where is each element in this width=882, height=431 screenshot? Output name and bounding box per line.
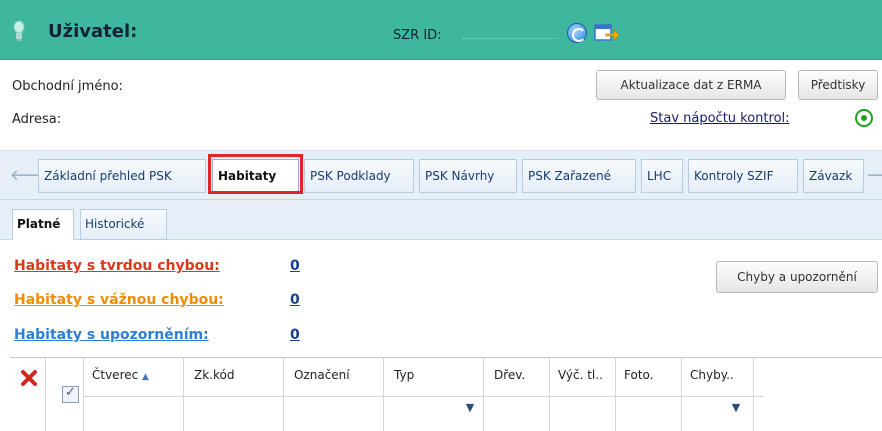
print-forms-button[interactable]: Předtisky	[798, 70, 878, 100]
subtab-platne[interactable]: Platné	[12, 209, 74, 240]
sort-ascending-icon: ▲	[142, 372, 149, 382]
tab-scroll-right-icon[interactable]: 🡒	[866, 165, 882, 185]
column-header-typ[interactable]: Typ	[394, 368, 414, 382]
control-status-link[interactable]: Stav nápočtu kontrol:	[650, 111, 790, 126]
grid-col-delete	[10, 358, 46, 431]
user-header-bar: Uživatel: SZR ID:	[0, 0, 882, 60]
tab-psk-navrhy[interactable]: PSK Návrhy	[419, 159, 517, 193]
main-tab-strip: 🡐 Základní přehled PSK Habitaty PSK Podk…	[0, 150, 882, 200]
column-header-drev[interactable]: Dřev.	[494, 368, 525, 382]
refresh-icon[interactable]	[567, 23, 587, 43]
szr-id-value	[462, 38, 558, 39]
tab-basic-overview[interactable]: Základní přehled PSK	[38, 159, 206, 193]
column-header-chyby[interactable]: Chyby..	[690, 368, 734, 382]
tab-zavazky[interactable]: Závazk	[803, 159, 864, 193]
column-header-oznaceni[interactable]: Označení	[294, 368, 350, 382]
business-name-label: Obchodní jméno:	[12, 79, 123, 94]
column-header-vyc-tl[interactable]: Výč. tl..	[558, 368, 603, 382]
habitat-grid: Čtverec ▲ Zk.kód Označení Typ Dřev. Výč.…	[10, 357, 882, 431]
tab-kontroly-szif[interactable]: Kontroly SZIF	[688, 159, 798, 193]
target-status-icon[interactable]	[855, 109, 873, 127]
tab-lhc[interactable]: LHC	[641, 159, 683, 193]
subtab-historicke[interactable]: Historické	[80, 209, 167, 240]
hard-error-link[interactable]: Habitaty s tvrdou chybou:	[14, 258, 220, 274]
typ-filter-dropdown-icon[interactable]: ▼	[464, 402, 476, 413]
export-icon[interactable]	[594, 24, 620, 42]
warning-count[interactable]: 0	[290, 327, 300, 343]
address-label: Adresa:	[12, 112, 62, 127]
serious-error-count[interactable]: 0	[290, 292, 300, 308]
serious-error-link[interactable]: Habitaty s vážnou chybou:	[14, 292, 224, 308]
tab-psk-podklady[interactable]: PSK Podklady	[304, 159, 414, 193]
errors-warnings-button[interactable]: Chyby a upozornění	[716, 261, 878, 293]
column-header-ctverec[interactable]: Čtverec ▲	[92, 368, 149, 382]
filter-row-divider	[84, 396, 764, 397]
user-label: Uživatel:	[48, 21, 138, 42]
tab-scroll-left-icon[interactable]: 🡐	[10, 165, 50, 185]
tab-psk-zarazene[interactable]: PSK Zařazené	[522, 159, 636, 193]
warning-link[interactable]: Habitaty s upozorněním:	[14, 327, 209, 343]
lightbulb-icon	[13, 20, 25, 41]
chyby-filter-dropdown-icon[interactable]: ▼	[730, 402, 742, 413]
tab-habitaty[interactable]: Habitaty	[212, 159, 299, 193]
hard-error-count[interactable]: 0	[290, 258, 300, 274]
sub-tab-strip: Platné Historické	[0, 200, 882, 240]
column-header-zkkod[interactable]: Zk.kód	[194, 368, 234, 382]
column-header-foto[interactable]: Foto.	[624, 368, 653, 382]
erma-update-button[interactable]: Aktualizace dat z ERMA	[596, 70, 786, 100]
szr-id-label: SZR ID:	[393, 28, 442, 43]
select-all-checkbox[interactable]	[62, 385, 79, 403]
